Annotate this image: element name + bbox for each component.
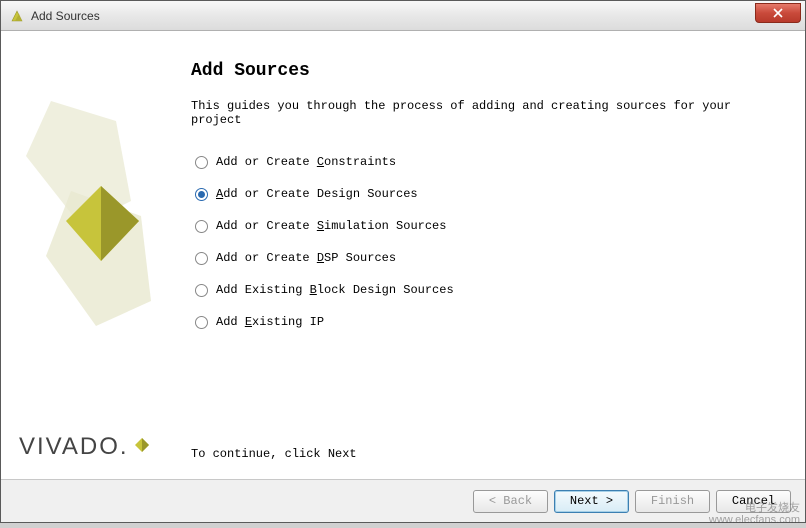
dialog-window: Add Sources VIVADO. (0, 0, 806, 523)
radio-label: Add Existing IP (216, 315, 324, 329)
radio-add-existing-ip[interactable]: Add Existing IP (195, 315, 775, 329)
radio-icon (195, 220, 208, 233)
main-panel: Add Sources This guides you through the … (171, 31, 805, 479)
radio-add-create-design-sources[interactable]: Add or Create Design Sources (195, 187, 775, 201)
back-button[interactable]: < Back (473, 490, 548, 513)
close-button[interactable] (755, 3, 801, 23)
vivado-logo: VIVADO. (19, 433, 151, 461)
radio-icon (195, 188, 208, 201)
vivado-logo-text: VIVADO. (19, 433, 129, 461)
dialog-content: VIVADO. Add Sources This guides you thro… (1, 31, 805, 479)
radio-label: Add Existing Block Design Sources (216, 283, 454, 297)
radio-icon (195, 316, 208, 329)
radio-label: Add or Create Constraints (216, 155, 396, 169)
decorative-shapes (21, 91, 161, 351)
button-bar: < Back Next > Finish Cancel (1, 480, 805, 522)
finish-button[interactable]: Finish (635, 490, 710, 513)
titlebar[interactable]: Add Sources (1, 1, 805, 31)
radio-add-existing-block-design-sources[interactable]: Add Existing Block Design Sources (195, 283, 775, 297)
radio-add-create-constraints[interactable]: Add or Create Constraints (195, 155, 775, 169)
radio-icon (195, 156, 208, 169)
app-icon (9, 8, 25, 24)
radio-label: Add or Create DSP Sources (216, 251, 396, 265)
vivado-logo-mark (133, 433, 151, 461)
window-title: Add Sources (31, 9, 100, 23)
close-icon (773, 8, 783, 18)
radio-icon (195, 284, 208, 297)
sidebar-graphic: VIVADO. (1, 31, 171, 479)
radio-group: Add or Create Constraints Add or Create … (191, 155, 775, 329)
cancel-button[interactable]: Cancel (716, 490, 791, 513)
radio-label: Add or Create Simulation Sources (216, 219, 446, 233)
radio-label: Add or Create Design Sources (216, 187, 418, 201)
footer-hint: To continue, click Next (191, 447, 775, 469)
page-description: This guides you through the process of a… (191, 99, 775, 127)
radio-icon (195, 252, 208, 265)
next-button[interactable]: Next > (554, 490, 629, 513)
radio-add-create-simulation-sources[interactable]: Add or Create Simulation Sources (195, 219, 775, 233)
radio-add-create-dsp-sources[interactable]: Add or Create DSP Sources (195, 251, 775, 265)
page-title: Add Sources (191, 61, 775, 81)
